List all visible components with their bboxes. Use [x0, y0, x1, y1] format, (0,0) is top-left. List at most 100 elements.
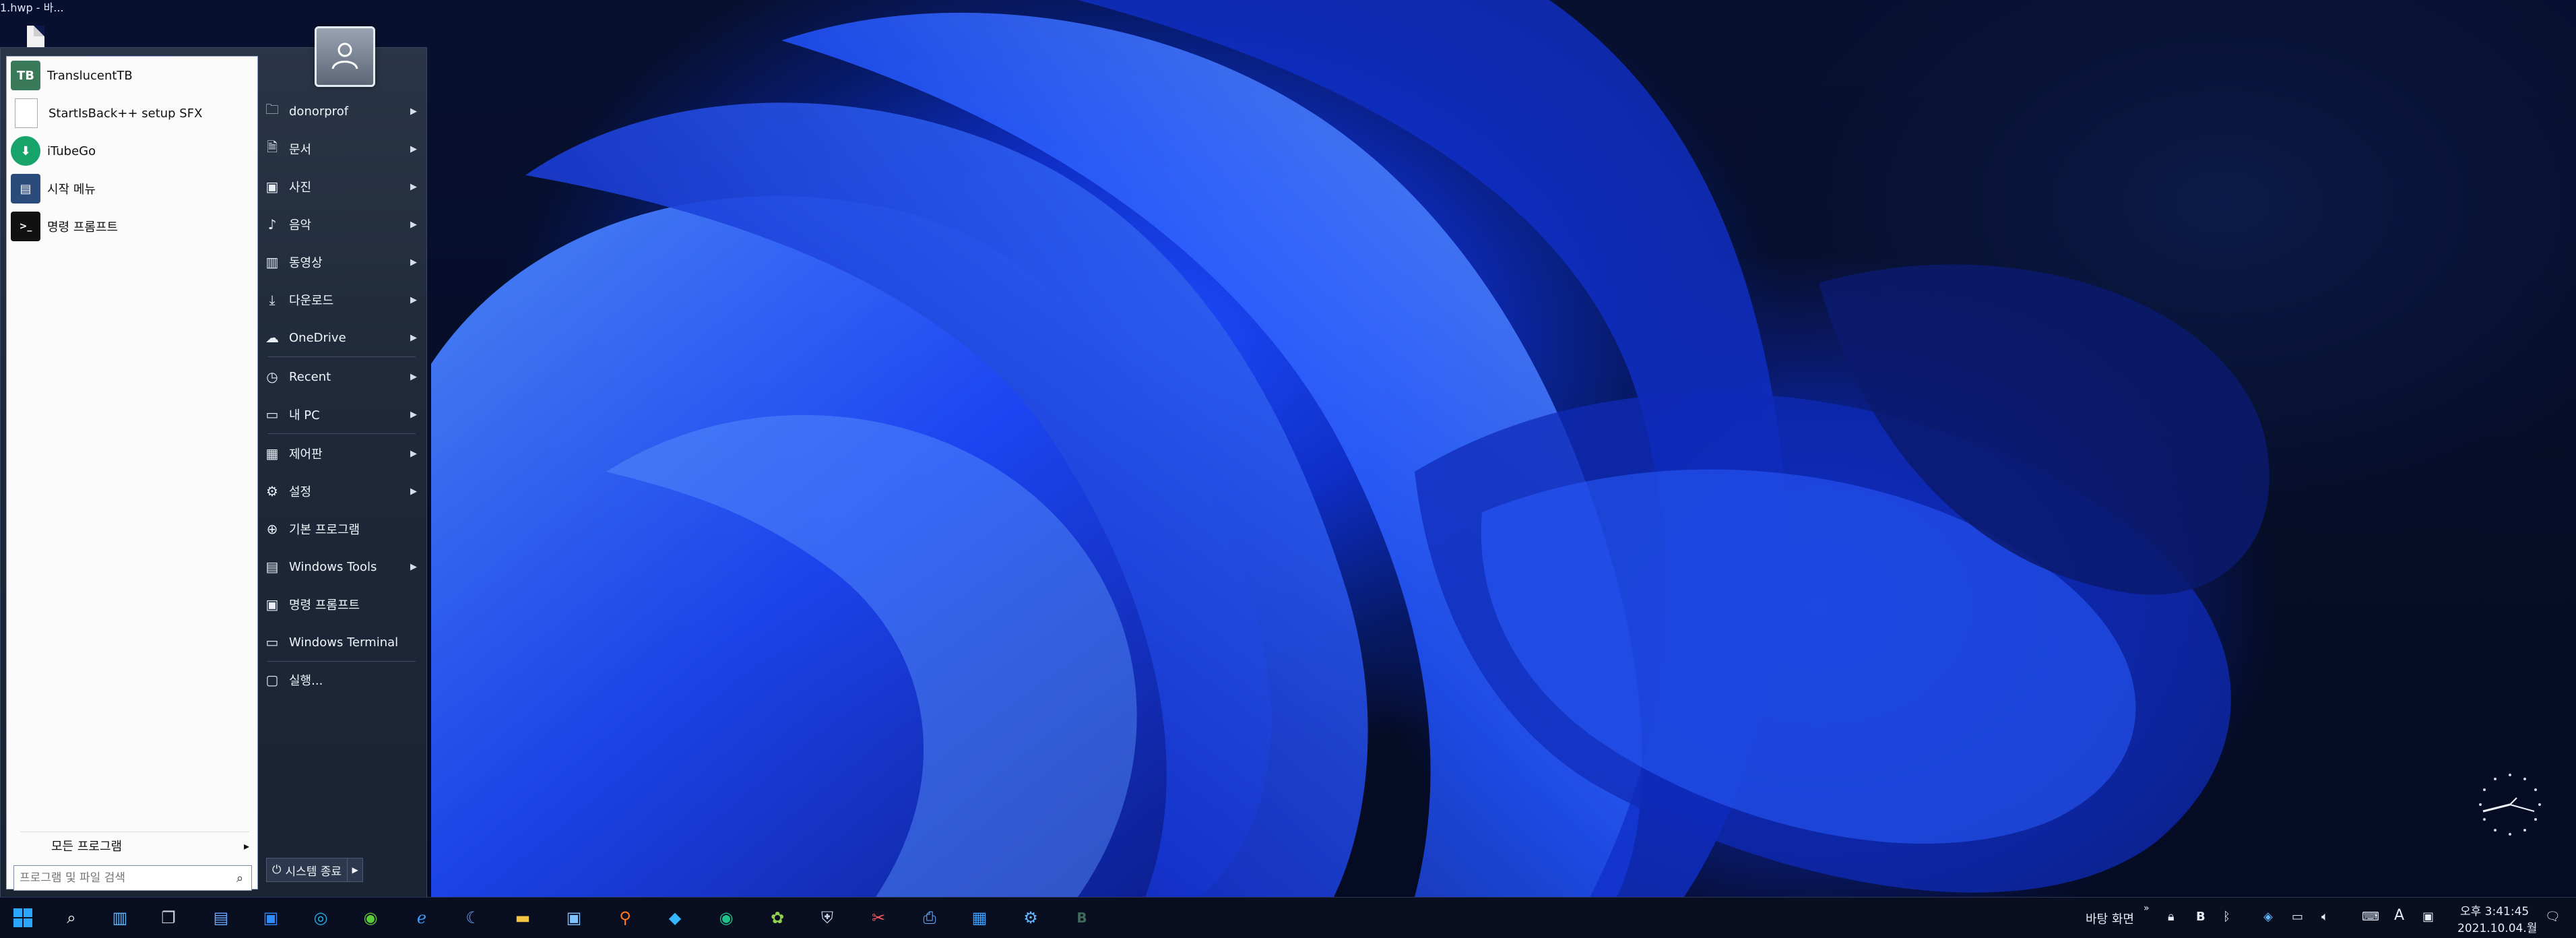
search-tool-icon[interactable]: ⚲: [612, 904, 639, 931]
pc-icon: ▭: [265, 406, 279, 423]
menu-label: 명령 프롬프트: [289, 598, 360, 613]
chevron-right-icon: ▸: [243, 839, 249, 852]
itubego-taskbar-icon[interactable]: ◉: [713, 904, 740, 931]
avatar[interactable]: [315, 26, 375, 87]
save-icon[interactable]: ▤: [207, 904, 234, 931]
menu-label: Windows Tools: [289, 559, 377, 574]
menu-this-pc[interactable]: ▭ 내 PC ▶: [263, 398, 422, 431]
ime-hanja-icon[interactable]: ▣: [2422, 910, 2434, 924]
desktop: 1.hwp - 바... TB TranslucentTB StartIsBac…: [0, 0, 2576, 897]
program-itubego[interactable]: ⬇ iTubeGo: [11, 133, 253, 168]
clock-time[interactable]: 오후 3:41:45: [2460, 902, 2529, 918]
wallpaper-bloom: [431, 0, 2269, 897]
shutdown-options-button[interactable]: ▶: [347, 858, 362, 881]
menu-label: 다운로드: [289, 294, 334, 308]
program-cmd[interactable]: >_ 명령 프롬프트: [11, 209, 253, 244]
printer-icon[interactable]: ⎙: [916, 904, 943, 931]
settings-app-icon[interactable]: ⚙: [1017, 904, 1044, 931]
chevron-right-icon: ▶: [410, 294, 417, 305]
menu-onedrive[interactable]: ☁ OneDrive ▶: [263, 321, 422, 354]
ime-mode[interactable]: A: [2394, 907, 2404, 924]
menu-documents[interactable]: 🗎 문서 ▶: [263, 133, 422, 165]
widgets-icon[interactable]: ❐: [155, 904, 182, 931]
all-programs-button[interactable]: 모든 프로그램 ▸: [20, 832, 249, 859]
menu-run[interactable]: ▢ 실행...: [263, 664, 422, 696]
menu-default-programs[interactable]: ⊕ 기본 프로그램: [263, 513, 422, 545]
lock-icon[interactable]: 🔒︎: [2168, 910, 2175, 924]
user-icon: [331, 42, 358, 69]
menu-label: 음악: [289, 218, 312, 232]
program-list-panel: TB TranslucentTB StartIsBack++ setup SFX…: [6, 56, 258, 891]
notification-icon[interactable]: 🗨︎: [2545, 910, 2561, 924]
menu-windows-terminal[interactable]: ▭ Windows Terminal: [263, 626, 422, 658]
chevron-right-icon: ▶: [410, 486, 417, 497]
menu-pictures[interactable]: ▣ 사진 ▶: [263, 170, 422, 203]
bluetooth-icon[interactable]: ᛒ: [2223, 910, 2230, 924]
menu-recent[interactable]: ◷ Recent ▶: [263, 361, 422, 393]
program-label: 명령 프롬프트: [47, 220, 119, 234]
start-button[interactable]: [9, 904, 36, 931]
desktop-toolbar-label[interactable]: 바탕 화면: [2086, 910, 2134, 927]
search-input[interactable]: [14, 871, 230, 885]
app-tray-icon[interactable]: ◈: [2263, 910, 2273, 924]
network-icon[interactable]: ▭: [2292, 910, 2303, 924]
chevron-right-icon: ▶: [410, 219, 417, 230]
run-icon: ▢: [265, 672, 279, 688]
menu-separator: [267, 661, 416, 662]
volume-icon[interactable]: 🔈︎: [2321, 910, 2329, 924]
menu-label: donorprof: [289, 104, 349, 119]
terminal-icon: ▭: [265, 634, 279, 650]
menu-windows-tools[interactable]: ▤ Windows Tools ▶: [263, 551, 422, 583]
shutdown-control: ⏻ 시스템 종료 ▶: [266, 858, 364, 882]
image-viewer-icon[interactable]: ▣: [560, 904, 587, 931]
all-programs-label: 모든 프로그램: [51, 840, 123, 854]
shield-app-icon[interactable]: ⛨: [814, 904, 841, 931]
menu-command-prompt[interactable]: ▣ 명령 프롬프트: [263, 588, 422, 621]
menu-label: OneDrive: [289, 330, 346, 345]
windows-tools-icon[interactable]: ▦: [966, 904, 993, 931]
menu-donorprof[interactable]: 🗀 donorprof ▶: [263, 95, 422, 127]
menu-videos[interactable]: ▥ 동영상 ▶: [263, 246, 422, 278]
chevron-right-icon: ▶: [410, 257, 417, 268]
moon-app-icon[interactable]: ☾: [459, 904, 486, 931]
start-menu-icon: ▤: [11, 174, 40, 204]
program-startisback-setup[interactable]: StartIsBack++ setup SFX: [11, 96, 253, 131]
program-translucenttb[interactable]: TB TranslucentTB: [11, 58, 253, 93]
download-icon: ⤓: [269, 292, 276, 308]
chevron-right-icon[interactable]: »: [2144, 903, 2150, 914]
search-icon[interactable]: ⌕: [230, 871, 250, 885]
music-icon: ♪: [267, 216, 277, 232]
clock-date[interactable]: 2021.10.04.월: [2457, 918, 2537, 935]
file-explorer-icon[interactable]: ▬: [509, 904, 536, 931]
menu-label: 동영상: [289, 256, 323, 270]
menu-label: 기본 프로그램: [289, 523, 360, 537]
keyboard-icon[interactable]: ⌨: [2362, 910, 2379, 924]
windows-logo-icon: [13, 908, 32, 927]
search-icon[interactable]: ⌕: [58, 904, 85, 931]
task-view-icon[interactable]: ▥: [106, 904, 133, 931]
menu-settings[interactable]: ⚙ 설정 ▶: [263, 475, 422, 507]
desktop-file-icon[interactable]: [27, 26, 44, 47]
internet-explorer-icon[interactable]: ℯ: [408, 904, 435, 931]
search-box[interactable]: ⌕: [13, 865, 252, 891]
menu-control-panel[interactable]: ▦ 제어판 ▶: [263, 437, 422, 470]
translucenttb-taskbar-icon[interactable]: B: [1068, 904, 1095, 931]
shutdown-button[interactable]: ⏻ 시스템 종료: [267, 858, 347, 881]
diamond-app-icon[interactable]: ◆: [662, 904, 688, 931]
chevron-right-icon: ▶: [410, 144, 417, 154]
translucenttb-tray-icon[interactable]: B: [2196, 910, 2205, 924]
menu-separator: [267, 356, 416, 357]
menu-music[interactable]: ♪ 음악 ▶: [263, 208, 422, 241]
menu-label: 내 PC: [289, 408, 320, 423]
edge-icon[interactable]: ◎: [307, 904, 334, 931]
tools-app-icon[interactable]: ✂: [865, 904, 892, 931]
program-label: 시작 메뉴: [47, 183, 96, 197]
itubego-icon: ⬇: [11, 136, 40, 166]
program-start-menu[interactable]: ▤ 시작 메뉴: [11, 171, 253, 206]
store-icon[interactable]: ▣: [257, 904, 284, 931]
chevron-right-icon: ▶: [410, 409, 417, 420]
leaf-app-icon[interactable]: ✿: [764, 904, 791, 931]
control-panel-icon: ▦: [265, 445, 279, 462]
menu-downloads[interactable]: ⤓ 다운로드 ▶: [263, 284, 422, 316]
green-app-icon[interactable]: ◉: [357, 904, 384, 931]
